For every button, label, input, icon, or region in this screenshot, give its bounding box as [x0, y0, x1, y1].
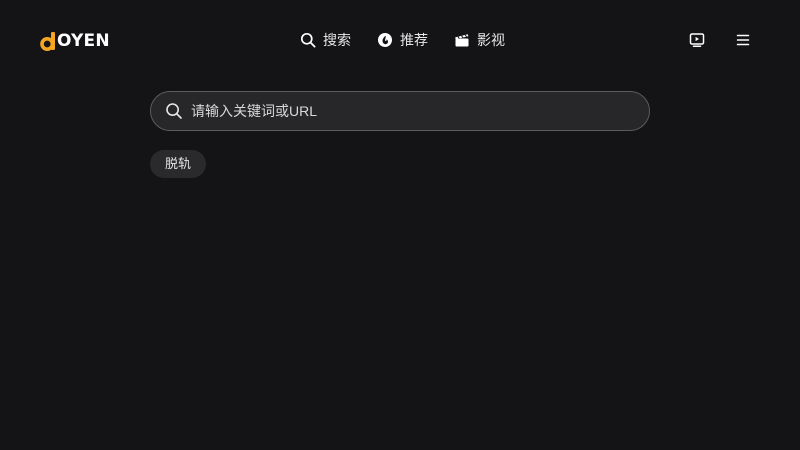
- search-icon: [300, 32, 316, 48]
- recommend-icon: [378, 33, 392, 47]
- logo-mark-icon: [40, 32, 55, 51]
- menu-icon: [736, 34, 750, 46]
- nav-item-label: 影视: [477, 32, 505, 48]
- history-tag[interactable]: 脱轨: [150, 150, 207, 178]
- search-input[interactable]: [191, 93, 649, 129]
- search-history: 脱轨: [150, 150, 216, 178]
- logo-text: OYEN: [57, 31, 110, 51]
- top-nav: 搜索 推荐 影视: [300, 29, 505, 51]
- nav-item-search[interactable]: 搜索: [300, 29, 351, 51]
- nav-item-movies[interactable]: 影视: [454, 29, 505, 51]
- nav-item-recommend[interactable]: 推荐: [377, 29, 428, 51]
- header-actions: [688, 31, 752, 49]
- app-root: OYEN 搜索 推荐 影视 请输入关键词或URL 脱轨: [0, 0, 800, 450]
- brand-logo[interactable]: OYEN: [40, 29, 110, 53]
- menu-button[interactable]: [734, 31, 752, 49]
- nav-item-label: 搜索: [323, 32, 351, 48]
- search-icon: [166, 103, 182, 119]
- clapperboard-icon: [455, 34, 469, 47]
- search-bar: [150, 91, 650, 131]
- tv-play-button[interactable]: [688, 31, 706, 49]
- tv-play-icon: [689, 33, 705, 48]
- nav-item-label: 推荐: [400, 32, 428, 48]
